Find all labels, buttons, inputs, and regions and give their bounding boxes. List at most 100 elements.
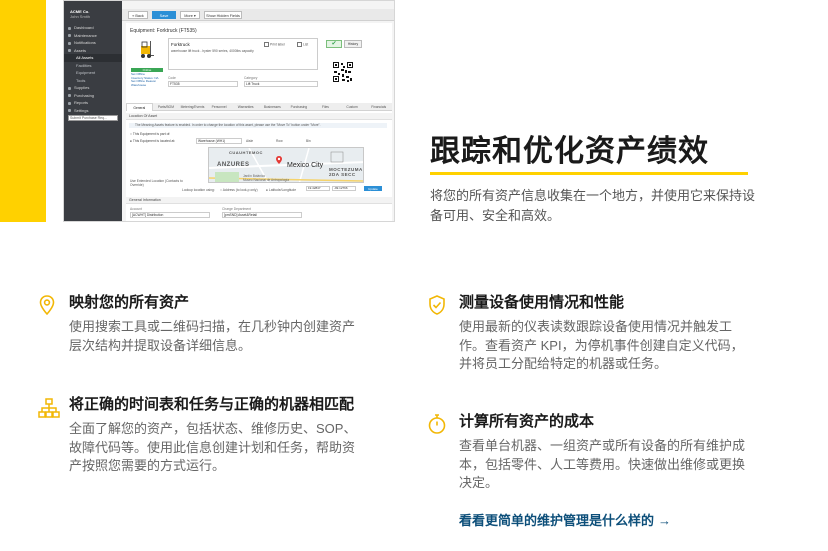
history-button[interactable]: History — [344, 40, 362, 48]
list-checkbox[interactable]: List — [297, 42, 308, 47]
map-poi-label: Museo Nacional de Antropología — [243, 178, 290, 182]
learn-more-link[interactable]: 看看更简单的维护管理是什么样的 → — [459, 510, 671, 529]
check-icon: ✔ — [331, 41, 337, 47]
app-content: Equipment: Forktruck (FT535) Online Set … — [126, 23, 392, 221]
map-pin-icon — [276, 156, 282, 164]
back-button[interactable]: « Back — [128, 11, 148, 19]
category-label: Category — [244, 76, 258, 80]
app-sidebar: ACME Co. John Smith Dashboard Maintenance… — [64, 1, 122, 221]
aisle-label: Aisle — [246, 139, 254, 143]
show-hidden-fields-button[interactable]: Show Hidden Fields — [204, 11, 242, 19]
charge-department-label: Charge Department — [222, 207, 251, 211]
category-select[interactable]: Lift Truck — [244, 81, 318, 87]
part-of-radio[interactable]: ○ This Equipment is part of: — [130, 132, 170, 136]
sidebar-item[interactable]: Tools — [64, 77, 122, 85]
yellow-accent-bar — [0, 0, 46, 222]
map-area-label: ANZURES — [217, 162, 250, 168]
asset-tab[interactable]: Warranties — [232, 103, 259, 111]
sidebar-item[interactable]: Settings — [64, 107, 122, 115]
equipment-description: warehouse lift truck - hyster 590 series… — [171, 49, 254, 53]
asset-tab[interactable]: Custom — [339, 103, 366, 111]
hero-divider — [430, 172, 748, 175]
map-area-label: CUAUHTEMOC — [229, 150, 263, 155]
location-section-header: Location Of Asset — [126, 113, 392, 120]
map-pin-icon — [39, 295, 55, 316]
app-brand: ACME Co. John Smith — [64, 1, 122, 21]
charge-department-select[interactable]: [pmSND] Asset&Retail — [222, 212, 302, 218]
location-select[interactable]: Warehouse (WH1) — [196, 138, 242, 144]
update-map-button[interactable]: Update Map — [364, 186, 382, 195]
equipment-link[interactable]: Warehouse — [131, 83, 173, 88]
equipment-links: Set Offline Inventory Status: NA Set Offli… — [131, 72, 173, 88]
bin-label: Bin — [306, 139, 311, 143]
code-label: Code — [168, 76, 176, 80]
sidebar-item[interactable]: Facilities — [64, 62, 122, 70]
qr-code-icon — [332, 61, 354, 83]
asset-tab[interactable]: Financials — [365, 103, 392, 111]
asset-tab[interactable]: Parts/BOM — [153, 103, 180, 111]
asset-tab[interactable]: Files — [312, 103, 339, 111]
sidebar-item[interactable]: Supplies — [64, 84, 122, 92]
learn-more-label: 看看更简单的维护管理是什么样的 — [459, 513, 655, 528]
lookup-latlng-label: Latitude/Longitude — [268, 188, 297, 192]
asset-tab[interactable]: Businesses — [259, 103, 286, 111]
equipment-image — [133, 38, 159, 66]
lookup-address-label: Address (to look-p only) — [222, 188, 258, 192]
located-at-radio-label: This Equipment is located at: — [132, 139, 176, 143]
sidebar-search-input[interactable]: Submit Purchase Req... — [68, 115, 118, 121]
row-label: Row — [276, 139, 283, 143]
location-map[interactable]: CUAUHTEMOC ANZURES Mexico City MOCTEZUMA… — [208, 147, 364, 183]
app-nav: Dashboard Maintenance Notifications Assets A… — [64, 21, 122, 114]
asset-tab[interactable]: Metering/Events — [179, 103, 206, 111]
account-select[interactable]: [ACWHT] Distribution — [130, 212, 210, 218]
asset-tab[interactable]: Personnel — [206, 103, 233, 111]
equipment-header: Equipment: Forktruck (FT535) — [130, 28, 197, 34]
stopwatch-icon — [428, 414, 446, 434]
feature-text: 使用最新的仪表读数跟踪设备使用情况并触发工作。查看资产 KPI，为停机事件创建自… — [459, 319, 744, 371]
feature-title: 测量设备使用情况和性能 — [459, 294, 625, 311]
equipment-name-box[interactable]: Forktruck warehouse lift truck - hyster … — [168, 38, 318, 70]
sidebar-item[interactable]: Equipment — [64, 69, 122, 77]
longitude-input[interactable]: -99.12766 — [332, 186, 356, 191]
located-at-radio[interactable]: ● This Equipment is located at: — [130, 139, 175, 143]
general-section-header: General Information — [126, 197, 392, 204]
print-label-checkbox[interactable]: Print label — [264, 42, 285, 47]
shield-check-icon — [429, 295, 445, 315]
asset-tabs: General Parts/BOM Metering/Events Personnel… — [126, 103, 392, 111]
sidebar-item[interactable]: Assets — [64, 47, 122, 55]
feature-text: 使用搜索工具或二维码扫描，在几秒钟内创建资产层次结构并提取设备详细信息。 — [69, 319, 356, 353]
app-main: « Back Save More ▾ Show Hidden Fields Eq… — [122, 1, 394, 221]
sidebar-item[interactable]: Notifications — [64, 39, 122, 47]
latitude-input[interactable]: 19.42847 — [306, 186, 330, 191]
code-input[interactable]: FT535 — [168, 81, 238, 87]
location-note: The Meaning Assets feature is enabled. I… — [129, 123, 387, 128]
app-toolbar: « Back Save More ▾ Show Hidden Fields — [122, 9, 394, 21]
extended-location-checkbox[interactable]: Use Extended Location (Contacts to Overr… — [130, 179, 190, 187]
lookup-latlng-radio[interactable]: ● Latitude/Longitude — [266, 188, 296, 192]
sidebar-item[interactable]: Maintenance — [64, 32, 122, 40]
feature-title: 映射您的所有资产 — [69, 294, 190, 311]
asset-tab[interactable]: General — [126, 103, 153, 111]
sidebar-item[interactable]: Dashboard — [64, 24, 122, 32]
lookup-address-radio[interactable]: ○ Address (to look-p only) — [220, 188, 258, 192]
feature-text: 查看单台机器、一组资产或所有设备的所有维护成本，包括零件、人工等费用。快速做出维… — [459, 438, 746, 490]
more-button[interactable]: More ▾ — [180, 11, 200, 19]
save-button[interactable]: Save — [152, 11, 176, 19]
sidebar-item[interactable]: Reports — [64, 99, 122, 107]
hierarchy-icon — [38, 398, 60, 418]
feature-title: 计算所有资产的成本 — [459, 413, 595, 430]
map-area-label: MOCTEZUMA 2DA SECC — [329, 167, 363, 177]
confirm-button[interactable]: ✔ — [326, 40, 342, 48]
feature-title: 将正确的时间表和任务与正确的机器相匹配 — [69, 396, 355, 413]
user-name: John Smith — [70, 14, 91, 19]
hero-text: 将您的所有资产信息收集在一个地方，并使用它来保持设备可用、安全和高效。 — [430, 188, 756, 223]
forklift-icon — [141, 41, 154, 58]
arrow-right-icon: → — [658, 513, 672, 528]
lookup-label: Lookup location using: — [182, 188, 215, 192]
part-of-radio-label: This Equipment is part of: — [132, 132, 171, 136]
equipment-name: Forktruck — [171, 42, 190, 47]
sidebar-item[interactable]: All Assets — [64, 54, 122, 62]
sidebar-item[interactable]: Purchasing — [64, 92, 122, 100]
hero-title: 跟踪和优化资产绩效 — [430, 135, 709, 168]
asset-tab[interactable]: Purchasing — [286, 103, 313, 111]
